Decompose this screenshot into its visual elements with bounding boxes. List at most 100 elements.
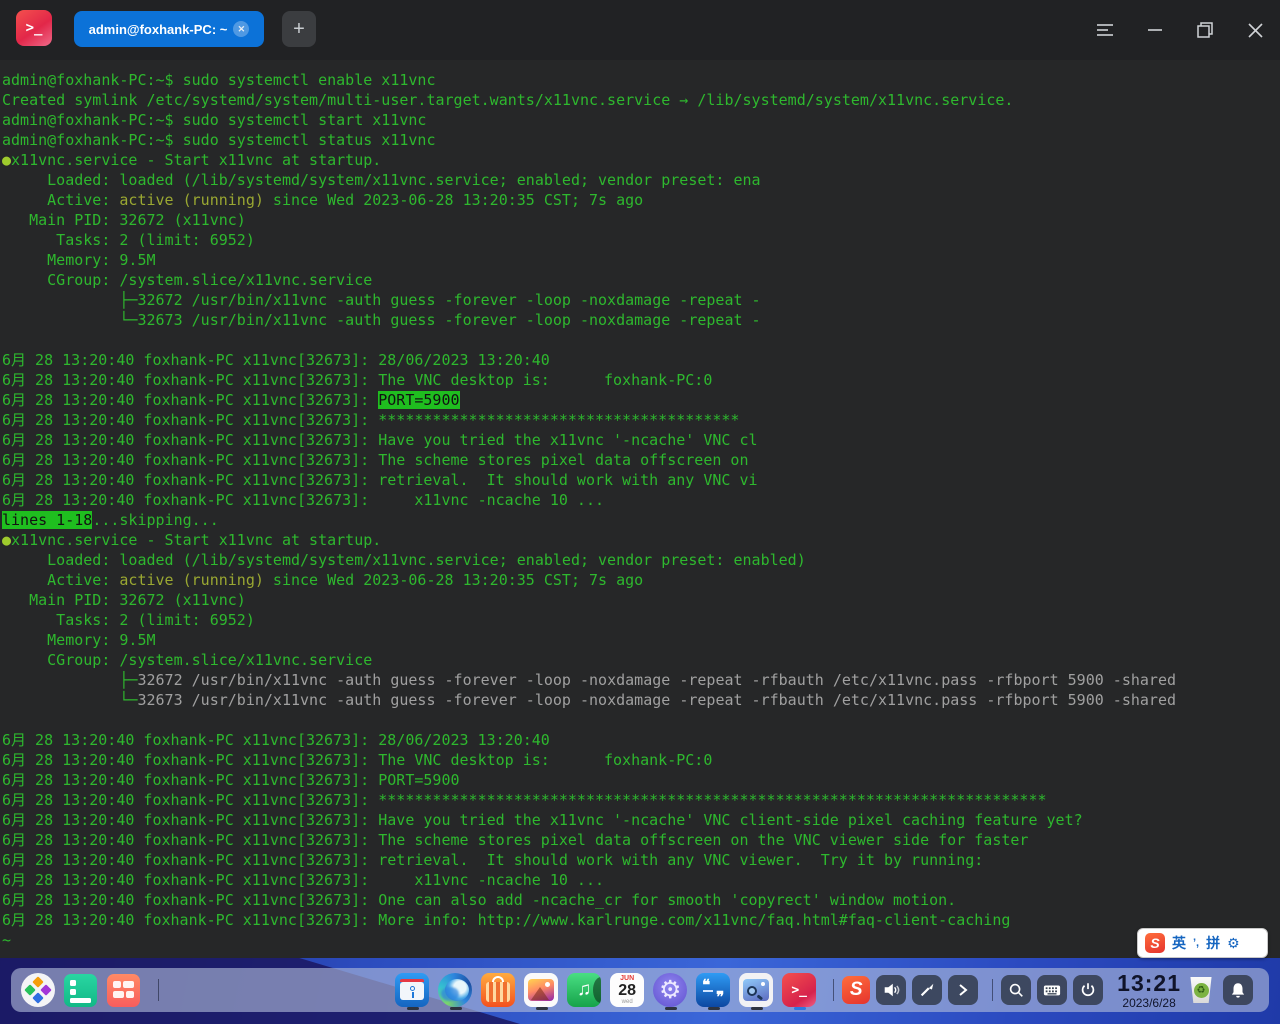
terminal-line: 6月 28 13:20:40 foxhank-PC x11vnc[32673]:… (2, 790, 1280, 810)
recycle-icon: ♻ (1194, 983, 1209, 998)
terminal-line: Tasks: 2 (limit: 6952) (2, 610, 1280, 630)
dock-item-screen-capture[interactable] (739, 968, 773, 1012)
terminal-line: 6月 28 13:20:40 foxhank-PC x11vnc[32673]:… (2, 490, 1280, 510)
dock-item-file-manager[interactable] (395, 968, 429, 1012)
terminal-line: 6月 28 13:20:40 foxhank-PC x11vnc[32673]:… (2, 770, 1280, 790)
terminal-line: Active: active (running) since Wed 2023-… (2, 570, 1280, 590)
power-icon[interactable] (1073, 975, 1103, 1005)
terminal-line: 6月 28 13:20:40 foxhank-PC x11vnc[32673]:… (2, 750, 1280, 770)
terminal-line: admin@foxhank-PC:~$ sudo systemctl statu… (2, 130, 1280, 150)
terminal-line: 6月 28 13:20:40 foxhank-PC x11vnc[32673]:… (2, 410, 1280, 430)
ime-language-mode[interactable]: 英 (1172, 933, 1186, 953)
terminal-line: └─32673 /usr/bin/x11vnc -auth guess -for… (2, 310, 1280, 330)
running-indicator (708, 1007, 720, 1010)
terminal-line: ├─32672 /usr/bin/x11vnc -auth guess -for… (2, 290, 1280, 310)
terminal-line: 6月 28 13:20:40 foxhank-PC x11vnc[32673]:… (2, 390, 1280, 410)
terminal-line: Main PID: 32672 (x11vnc) (2, 590, 1280, 610)
terminal-line: 6月 28 13:20:40 foxhank-PC x11vnc[32673]:… (2, 830, 1280, 850)
browser-icon (438, 973, 472, 1007)
file-manager-icon (395, 973, 429, 1007)
terminal-dock-icon: >_ (782, 973, 816, 1007)
chevron-right-icon[interactable] (948, 975, 978, 1005)
multitasking-icon (64, 974, 97, 1007)
screen-capture-icon (739, 973, 773, 1007)
onscreen-keyboard-icon[interactable] (1037, 975, 1067, 1005)
launcher-icon (21, 973, 55, 1007)
calendar-weekday: wed (622, 999, 633, 1005)
multitasking-view-button[interactable] (64, 968, 98, 1012)
image-viewer-icon (524, 973, 558, 1007)
dock-item-calendar[interactable]: JUN 28 wed (610, 968, 644, 1012)
terminal-titlebar[interactable]: >_ admin@foxhank-PC: ~ ✕ + (0, 0, 1280, 60)
window-switcher-button[interactable] (107, 968, 141, 1012)
terminal-line (2, 710, 1280, 730)
terminal-line: CGroup: /system.slice/x11vnc.service (2, 270, 1280, 290)
terminal-line: Memory: 9.5M (2, 630, 1280, 650)
running-indicator (665, 1007, 677, 1010)
calendar-icon: JUN 28 wed (610, 973, 644, 1007)
clock[interactable]: 13:21 2023/6/28 (1117, 972, 1181, 1009)
terminal-line: 6月 28 13:20:40 foxhank-PC x11vnc[32673]:… (2, 350, 1280, 370)
running-indicator (450, 1007, 462, 1010)
clock-date: 2023/6/28 (1117, 997, 1181, 1009)
tab-close-icon[interactable]: ✕ (233, 21, 249, 37)
terminal-line: CGroup: /system.slice/x11vnc.service (2, 650, 1280, 670)
terminal-line: 6月 28 13:20:40 foxhank-PC x11vnc[32673]:… (2, 730, 1280, 750)
dock-item-voice-notes[interactable]: ❝❞ (696, 968, 730, 1012)
control-center-icon: ⚙ (653, 973, 687, 1007)
terminal-line: └─32673 /usr/bin/x11vnc -auth guess -for… (2, 690, 1280, 710)
window-controls (1080, 0, 1280, 60)
dock-item-app-store[interactable] (481, 968, 515, 1012)
terminal-line: Active: active (running) since Wed 2023-… (2, 190, 1280, 210)
running-indicator (536, 1007, 548, 1010)
terminal-window: >_ admin@foxhank-PC: ~ ✕ + (0, 0, 1280, 958)
sogou-logo-icon[interactable]: S (1145, 933, 1165, 953)
terminal-line: ~ (2, 930, 1280, 950)
terminal-line: 6月 28 13:20:40 foxhank-PC x11vnc[32673]:… (2, 890, 1280, 910)
sogou-tray-icon[interactable]: S (842, 976, 870, 1004)
dock-item-control-center[interactable]: ⚙ (653, 968, 687, 1012)
terminal-line: ●x11vnc.service - Start x11vnc at startu… (2, 150, 1280, 170)
dock-item-image-viewer[interactable] (524, 968, 558, 1012)
brush-icon[interactable] (912, 975, 942, 1005)
window-switcher-icon (107, 974, 140, 1007)
volume-icon[interactable] (876, 975, 906, 1005)
terminal-line: ├─32672 /usr/bin/x11vnc -auth guess -for… (2, 670, 1280, 690)
clock-time: 13:21 (1117, 972, 1181, 995)
maximize-icon[interactable] (1180, 10, 1230, 50)
ime-pinyin-mode[interactable]: 拼 (1206, 933, 1220, 953)
menu-icon[interactable] (1080, 10, 1130, 50)
terminal-output[interactable]: admin@foxhank-PC:~$ sudo systemctl enabl… (0, 60, 1280, 950)
voice-notes-icon: ❝❞ (696, 973, 730, 1007)
terminal-app-icon: >_ (16, 10, 52, 46)
system-tray: S 13:21 2023/6/28 (825, 972, 1259, 1009)
dock-separator (158, 979, 159, 1001)
dock-item-browser[interactable] (438, 968, 472, 1012)
tray-separator (833, 979, 834, 1001)
terminal-line: Loaded: loaded (/lib/systemd/system/x11v… (2, 170, 1280, 190)
input-method-bar[interactable]: S 英 ’, 拼 ⚙ (1137, 928, 1268, 958)
ime-settings-icon[interactable]: ⚙ (1227, 935, 1240, 952)
terminal-tab[interactable]: admin@foxhank-PC: ~ ✕ (74, 11, 264, 47)
terminal-line: 6月 28 13:20:40 foxhank-PC x11vnc[32673]:… (2, 450, 1280, 470)
dock-item-terminal[interactable]: >_ (782, 968, 816, 1012)
launcher-button[interactable] (21, 968, 55, 1012)
ime-punctuation-mode[interactable]: ’, (1193, 937, 1199, 949)
terminal-line: lines 1-18...skipping... (2, 510, 1280, 530)
minimize-icon[interactable] (1130, 10, 1180, 50)
terminal-line: Memory: 9.5M (2, 250, 1280, 270)
new-tab-button[interactable]: + (282, 11, 316, 47)
trash-icon[interactable]: ♻ (1189, 977, 1213, 1003)
dock-item-music[interactable]: ♫ (567, 968, 601, 1012)
tray-separator (992, 979, 993, 1001)
music-icon: ♫ (567, 973, 601, 1007)
notification-bell-icon[interactable] (1223, 975, 1253, 1005)
search-icon[interactable] (1001, 975, 1031, 1005)
terminal-line: 6月 28 13:20:40 foxhank-PC x11vnc[32673]:… (2, 370, 1280, 390)
close-icon[interactable] (1230, 10, 1280, 50)
terminal-line: 6月 28 13:20:40 foxhank-PC x11vnc[32673]:… (2, 470, 1280, 490)
terminal-line: 6月 28 13:20:40 foxhank-PC x11vnc[32673]:… (2, 910, 1280, 930)
active-indicator (794, 1007, 806, 1010)
terminal-line: admin@foxhank-PC:~$ sudo systemctl enabl… (2, 70, 1280, 90)
running-indicator (407, 1007, 419, 1010)
